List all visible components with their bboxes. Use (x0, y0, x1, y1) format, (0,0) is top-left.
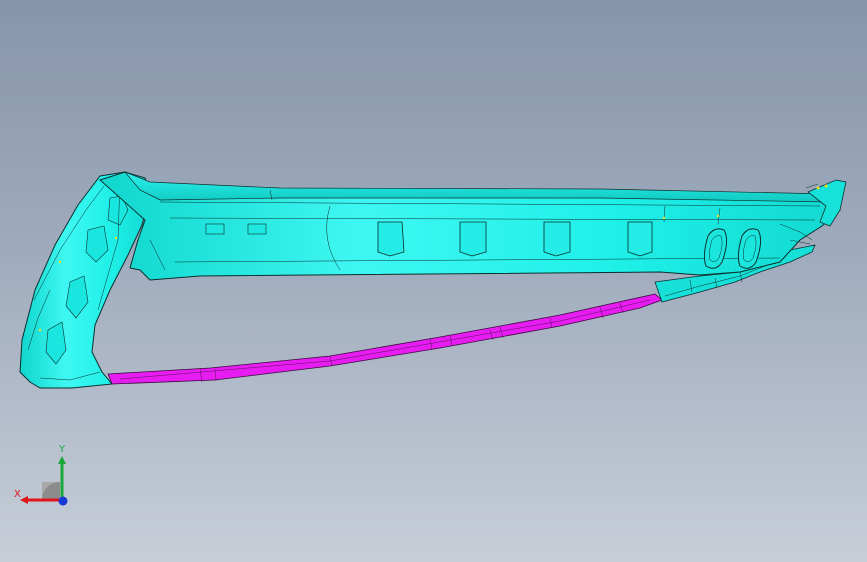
cad-viewport[interactable]: Y X (0, 0, 867, 562)
x-axis-label: X (14, 489, 21, 500)
cad-part-model[interactable] (0, 0, 867, 562)
top-flange[interactable] (124, 171, 844, 203)
rail-tab (459, 221, 487, 257)
y-axis-label: Y (58, 444, 66, 455)
rail-tab (627, 221, 653, 257)
x-axis-arrow (20, 496, 28, 504)
z-axis (58, 496, 68, 506)
lower-trim-strip[interactable] (107, 293, 663, 385)
axis-triad: Y X (14, 444, 68, 506)
rail-tab (543, 221, 571, 257)
y-axis-arrow (58, 456, 66, 464)
rail-tab (377, 221, 405, 257)
